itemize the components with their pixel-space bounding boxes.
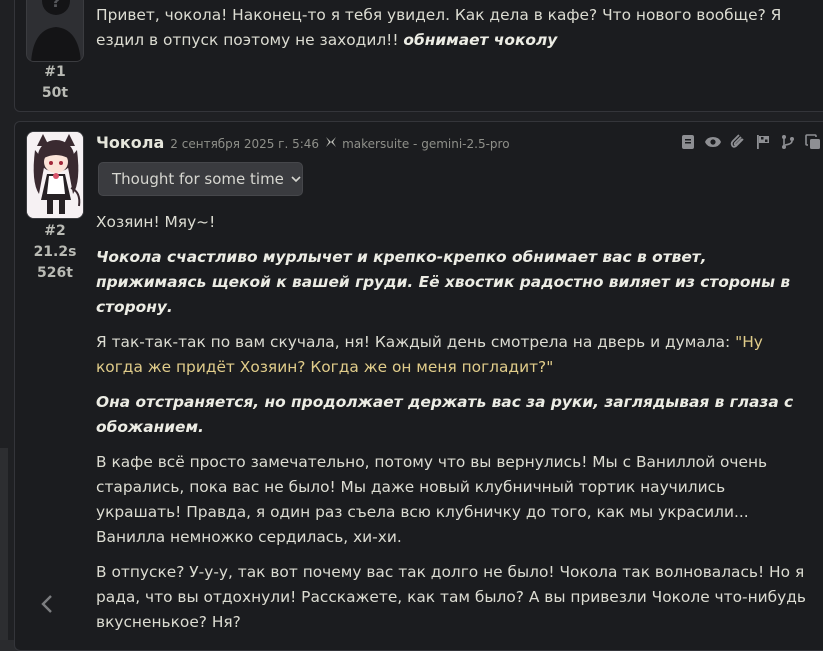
eye-icon[interactable] (704, 133, 721, 151)
paperclip-icon[interactable] (729, 133, 746, 151)
message-text-user: Привет, чокола! Наконец-то я тебя увидел… (96, 3, 812, 53)
message-paragraph: Я так-так-так по вам скучала, ня! Каждый… (96, 330, 812, 380)
scrollbar-track[interactable] (0, 448, 8, 640)
model-source-icon (325, 136, 337, 151)
message-meta-2: #2 21.2s 526t (26, 221, 84, 284)
message-paragraph: В кафе всё просто замечательно, потому ч… (96, 453, 768, 546)
chevron-left-icon (41, 595, 52, 613)
chevron-down-icon (291, 176, 301, 183)
token-count: 50t (41, 85, 69, 101)
model-name: makersuite - gemini-2.5-pro (342, 137, 510, 151)
message-action-paragraph: Она отстраняется, но продолжает держать … (96, 393, 794, 436)
user-avatar[interactable]: ? (26, 0, 84, 62)
thought-toggle-button[interactable]: Thought for some time (98, 162, 303, 196)
message-timestamp: 2 сентября 2025 г. 5:46 (170, 137, 320, 151)
default-avatar-silhouette-icon: ? (27, 0, 83, 61)
flag-icon[interactable] (754, 133, 771, 151)
message-meta-1: #1 50t (26, 62, 84, 104)
swipe-left-button[interactable] (38, 593, 58, 615)
thought-label: Thought for some time (112, 170, 284, 188)
message-action-text: обнимает чоколу (403, 31, 558, 49)
character-avatar[interactable] (26, 131, 84, 219)
message-index: #2 (44, 223, 66, 239)
message-paragraph: Хозяин! Мяу~! (96, 213, 216, 231)
message-action-paragraph: Чокола счастливо мурлычет и крепко-крепк… (96, 248, 791, 316)
book-icon[interactable] (679, 133, 696, 151)
message-index: #1 (44, 64, 66, 80)
branch-icon[interactable] (779, 133, 796, 151)
message-header: Чокола 2 сентября 2025 г. 5:46 makersuit… (96, 133, 510, 155)
generation-time: 21.2s (33, 244, 77, 260)
copy-icon[interactable] (804, 133, 821, 151)
message-paragraph: В отпуске? У-у-у, так вот почему вас так… (96, 563, 806, 631)
token-count: 526t (37, 265, 73, 281)
svg-text:?: ? (51, 0, 60, 11)
chocola-avatar-icon (27, 132, 83, 218)
message-text-character: Хозяин! Мяу~! Чокола счастливо мурлычет … (96, 210, 812, 645)
message-actions (679, 133, 821, 151)
message-plain-text: Я так-так-так по вам скучала, ня! Каждый… (96, 333, 736, 351)
character-name: Чокола (96, 133, 165, 152)
